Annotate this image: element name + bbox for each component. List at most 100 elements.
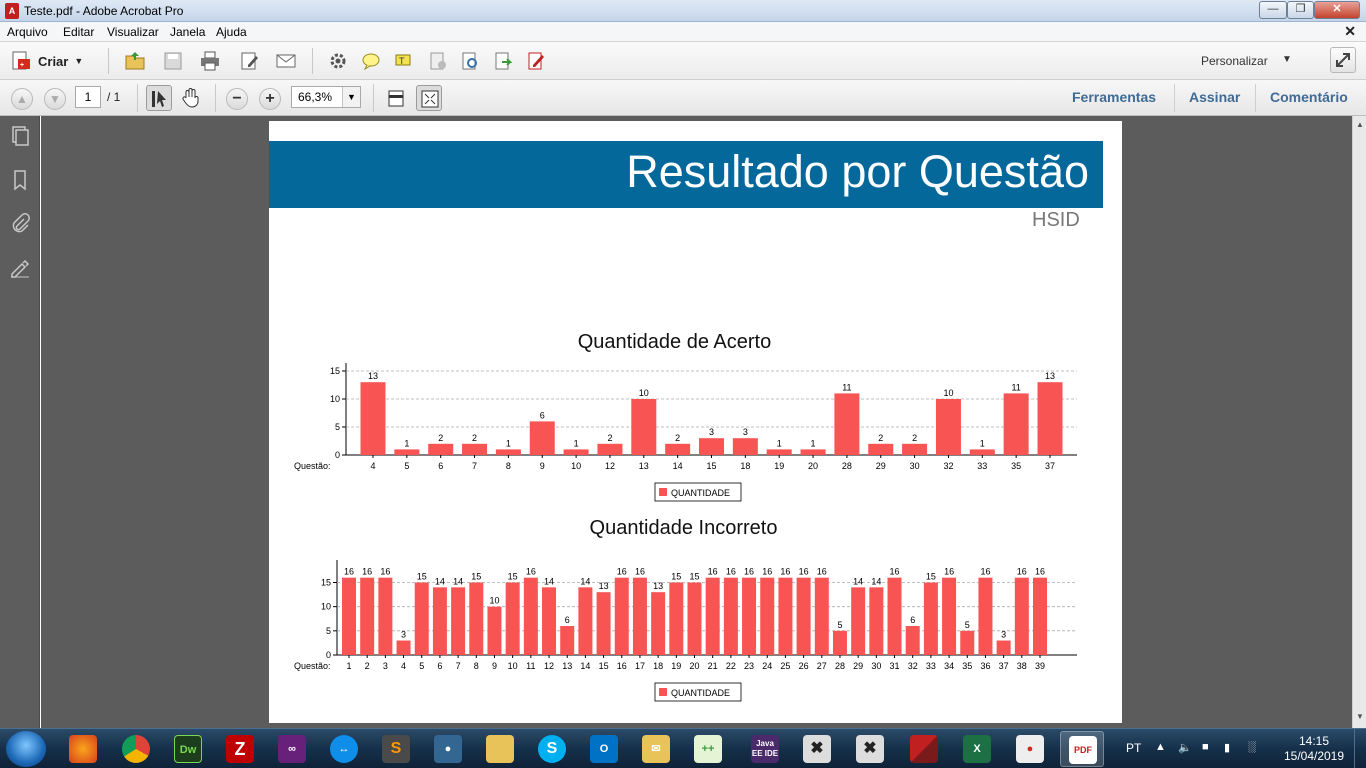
fit-page-icon[interactable] [416,85,442,111]
data-label: 2 [675,433,680,443]
menu-visualizar[interactable]: Visualizar [107,25,159,39]
taskbar-teamviewer-icon[interactable]: ↔ [322,731,366,767]
bar [396,640,411,655]
fullscreen-expand-icon[interactable] [1330,47,1356,73]
settings-gear-icon[interactable] [325,48,351,74]
taskbar-app-icon[interactable] [902,731,946,767]
taskbar-excel-icon[interactable]: X [955,731,999,767]
chevron-down-icon[interactable]: ▼ [1282,54,1292,65]
customize-dropdown[interactable]: Personalizar [1201,54,1268,68]
scroll-up-icon[interactable]: ▲ [1355,120,1365,129]
taskbar-firefox-icon[interactable] [61,731,105,767]
show-desktop-button[interactable] [1354,729,1366,768]
data-label: 16 [944,567,954,577]
sign-document-icon[interactable] [523,48,549,74]
data-label: 3 [401,630,406,640]
close-button[interactable]: ✕ [1314,1,1360,19]
data-label: 16 [708,567,718,577]
bar [996,640,1011,655]
search-document-icon[interactable] [457,48,483,74]
page-number-input[interactable]: 1 [75,86,101,108]
export-icon[interactable] [490,48,516,74]
maximize-button[interactable]: ❐ [1287,1,1314,19]
x-tick-label: 26 [799,661,809,671]
taskbar-sublime-icon[interactable]: S [374,731,418,767]
x-tick-label: 20 [689,661,699,671]
highlight-text-icon[interactable]: T [391,48,417,74]
x-tick-label: 22 [726,661,736,671]
menu-editar[interactable]: Editar [63,25,94,39]
email-icon[interactable] [273,48,299,74]
acrobat-icon: A [5,3,19,19]
network-status-icon[interactable]: ■ [1202,741,1216,755]
volume-icon[interactable]: 🔈 [1178,741,1192,755]
language-indicator[interactable]: PT [1126,741,1141,755]
x-tick-label: 24 [762,661,772,671]
tools-panel-link[interactable]: Ferramentas [1072,89,1156,105]
close-document-icon[interactable]: ✕ [1344,23,1356,40]
page-thumbnails-icon[interactable] [8,124,32,148]
bar [905,626,920,655]
menu-janela[interactable]: Janela [170,25,205,39]
hand-tool-icon[interactable] [178,85,204,111]
x-axis-label: Questão: [294,461,331,471]
tray-expand-icon[interactable]: ▲ [1155,741,1169,755]
create-button[interactable]: + Criar ▼ [10,49,83,73]
zoom-in-icon[interactable]: + [259,88,281,110]
open-icon[interactable] [122,48,148,74]
comment-bubble-icon[interactable] [358,48,384,74]
taskbar-mail-icon[interactable]: ✉ [634,731,678,767]
save-icon[interactable] [160,48,186,74]
chevron-down-icon[interactable]: ▼ [342,87,360,107]
select-tool-icon[interactable] [146,85,172,111]
comment-panel-link[interactable]: Comentário [1270,89,1348,105]
start-menu-button[interactable] [6,731,46,767]
taskbar-skype-icon[interactable]: S [530,731,574,767]
scroll-down-icon[interactable]: ▼ [1355,712,1365,721]
vertical-scrollbar[interactable]: ▲ ▼ [1352,116,1366,728]
taskbar-visual-studio-icon[interactable]: ∞ [270,731,314,767]
minimize-button[interactable]: — [1259,1,1287,19]
taskbar-outlook-icon[interactable]: O [582,731,626,767]
bar [529,421,555,455]
taskbar-tools-icon[interactable]: ✖ [795,731,839,767]
bar [834,393,860,455]
x-axis-label: Questão: [294,661,331,671]
taskbar-notepad-plus-icon[interactable]: ++ [686,731,730,767]
delete-page-icon[interactable] [425,48,451,74]
fit-width-icon[interactable] [383,85,409,111]
data-label: 15 [689,572,699,582]
system-clock[interactable]: 14:15 15/04/2019 [1282,734,1346,764]
power-icon[interactable]: ▮ [1224,741,1238,755]
data-label: 1 [980,438,985,448]
attachment-paperclip-icon[interactable] [8,212,32,236]
chevron-down-icon: ▼ [74,56,84,66]
signature-pen-icon[interactable] [8,256,32,280]
taskbar-filezilla-icon[interactable]: Z [218,731,262,767]
taskbar-explorer-folder-icon[interactable] [478,731,522,767]
bookmark-icon[interactable] [8,168,32,192]
legend-label: QUANTIDADE [671,688,730,698]
signal-icon[interactable]: ░ [1248,741,1262,755]
data-label: 2 [912,433,917,443]
edit-document-icon[interactable] [237,48,263,74]
taskbar-acrobat-icon[interactable]: PDF [1060,731,1104,767]
previous-page-icon[interactable]: ▲ [11,88,33,110]
zoom-level-select[interactable]: 66,3% ▼ [291,86,361,108]
taskbar-dreamweaver-icon[interactable]: Dw [166,731,210,767]
x-tick-label: 10 [508,661,518,671]
next-page-icon[interactable]: ▼ [44,88,66,110]
taskbar-chrome-icon[interactable] [114,731,158,767]
taskbar-paint-icon[interactable]: ● [1008,731,1052,767]
menu-ajuda[interactable]: Ajuda [216,25,247,39]
taskbar-postgresql-icon[interactable]: ● [426,731,470,767]
print-icon[interactable] [197,48,223,74]
sign-panel-link[interactable]: Assinar [1189,89,1240,105]
data-label: 15 [671,572,681,582]
taskbar-java-ee-ide-icon[interactable]: Java EE IDE [743,731,787,767]
x-tick-label: 21 [708,661,718,671]
bar [778,577,793,655]
zoom-out-icon[interactable]: − [226,88,248,110]
taskbar-tools-icon-2[interactable]: ✖ [848,731,892,767]
menu-arquivo[interactable]: Arquivo [7,25,48,39]
